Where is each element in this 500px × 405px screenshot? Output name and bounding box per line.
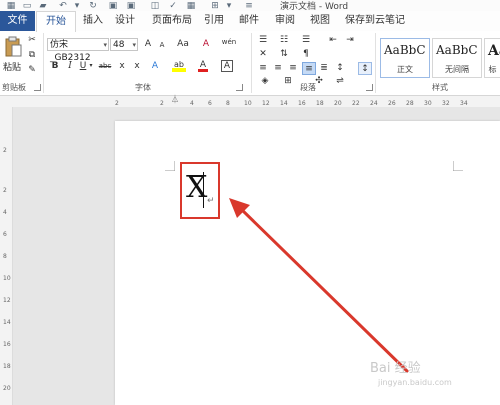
watermark-url: jingyan.baidu.com: [378, 378, 452, 387]
document-text[interactable]: X: [186, 168, 207, 208]
paragraph-mark: ↵: [207, 196, 215, 206]
tab-home[interactable]: 开始: [36, 11, 76, 32]
annotation-arrow: [229, 198, 410, 374]
watermark-logo: Bai 经验: [370, 361, 421, 376]
text-cursor: [203, 172, 204, 208]
